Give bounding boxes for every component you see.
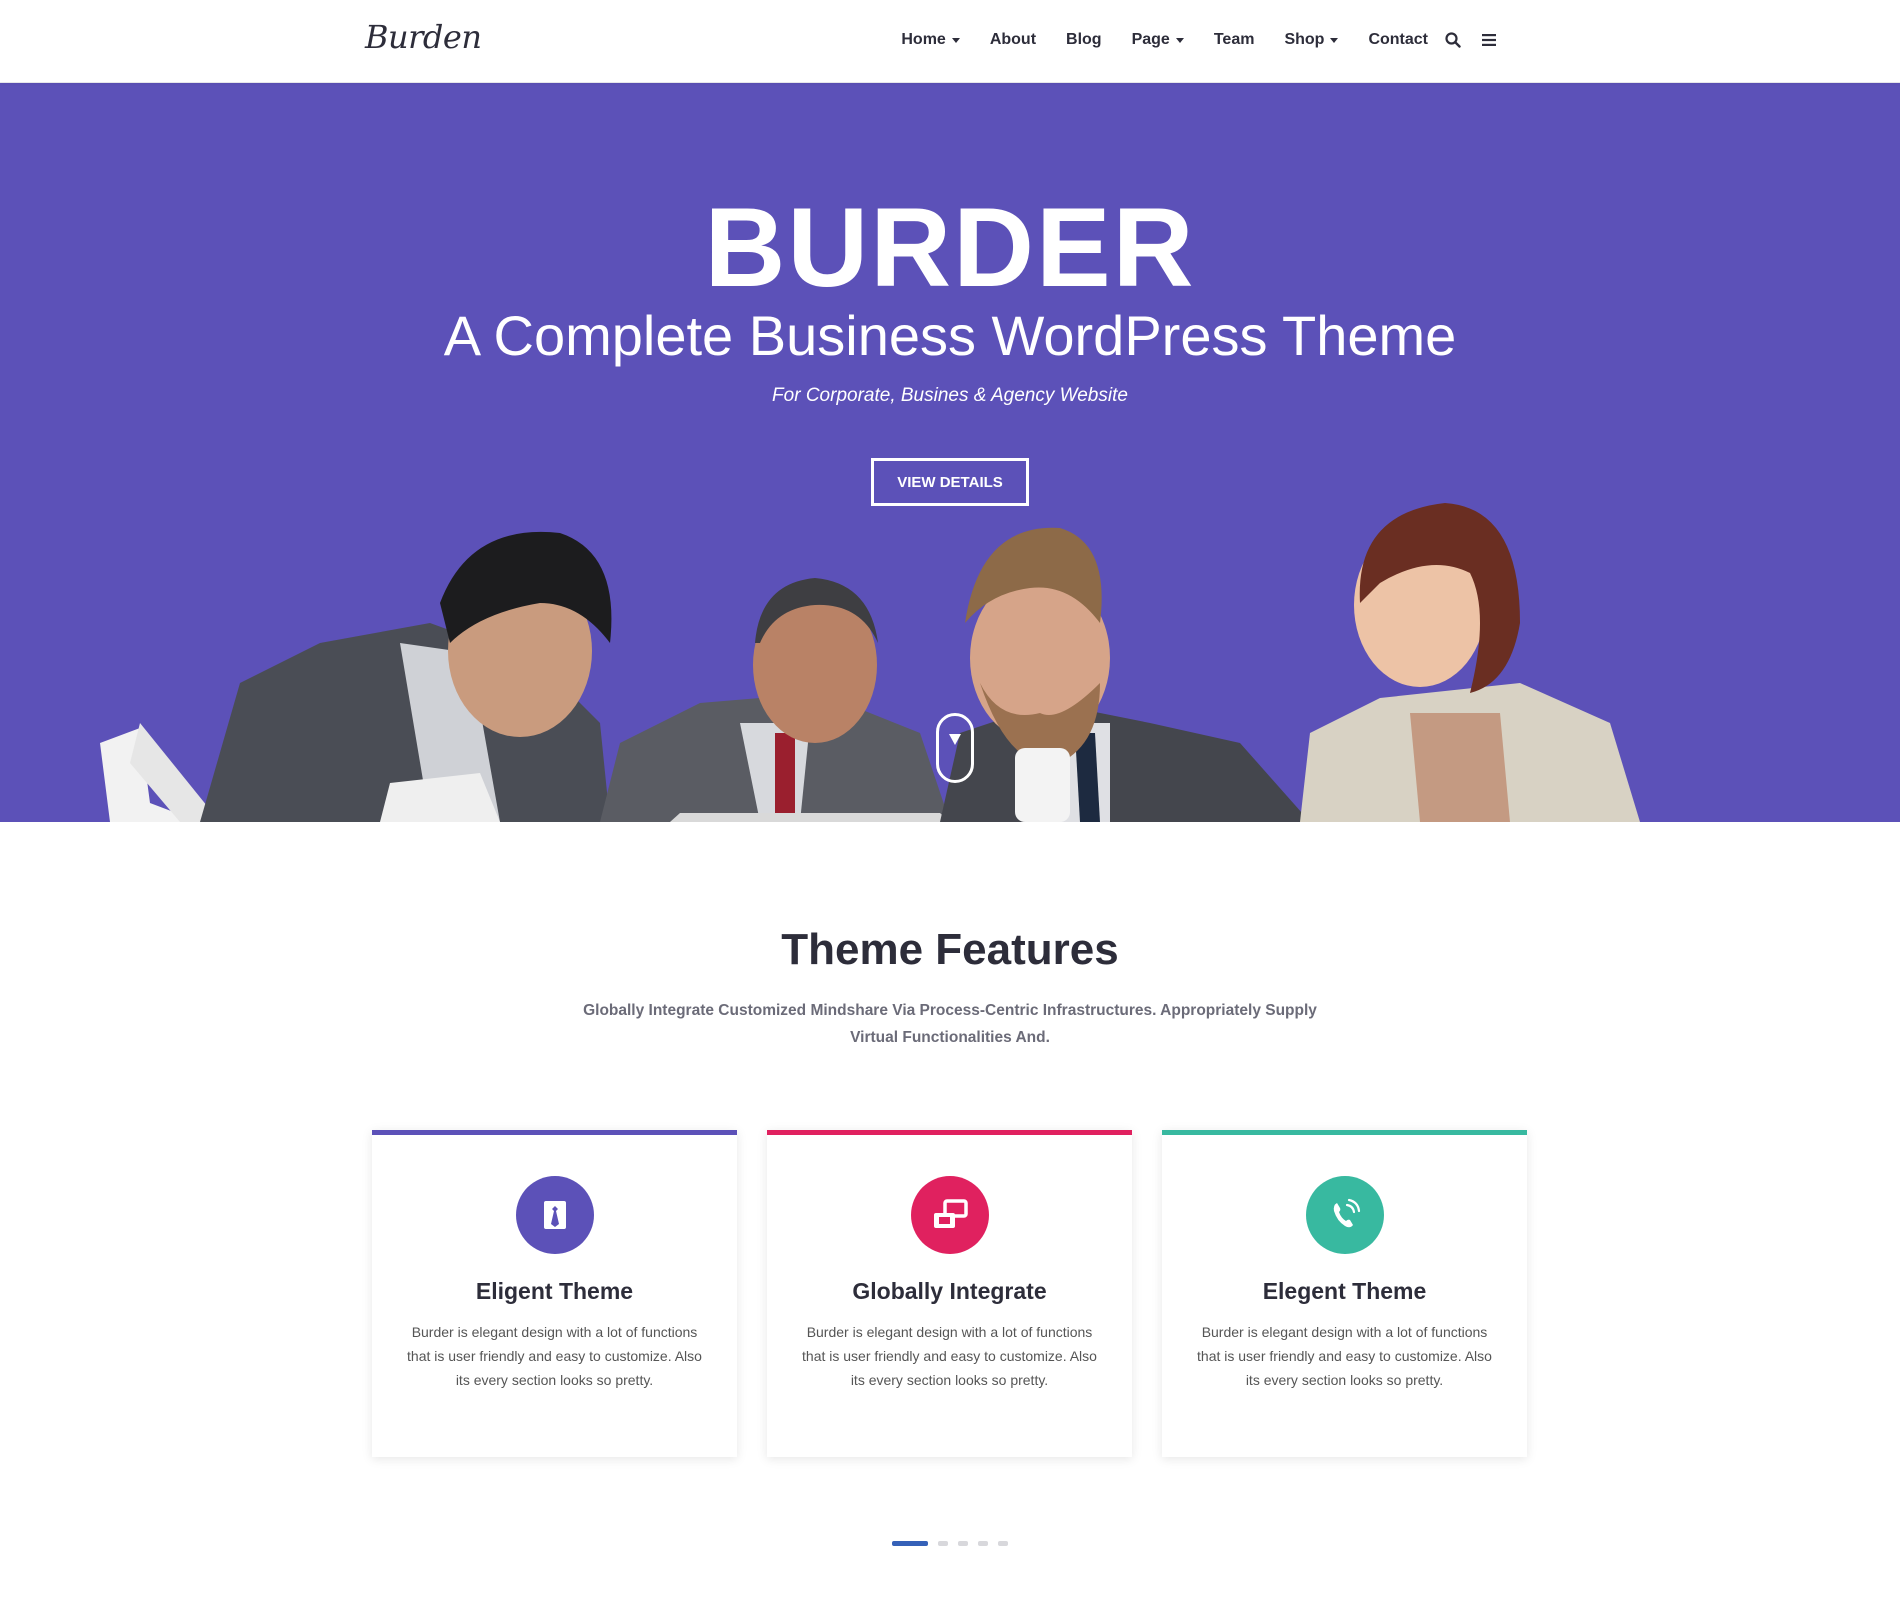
hero-section: BURDER A Complete Business WordPress The… — [0, 83, 1900, 822]
card-text: Burder is elegant design with a lot of f… — [1197, 1324, 1492, 1388]
card-accent-bar — [1162, 1130, 1527, 1135]
menu-icon[interactable] — [1478, 29, 1500, 51]
pagination-dot[interactable] — [958, 1541, 968, 1546]
features-description: Globally Integrate Customized Mindshare … — [583, 1002, 1317, 1046]
tie-icon — [516, 1176, 594, 1254]
hero-tagline: For Corporate, Busines & Agency Website — [772, 385, 1128, 406]
features-title: Theme Features — [781, 925, 1119, 974]
site-logo[interactable]: Burden — [365, 18, 482, 56]
card-accent-bar — [767, 1130, 1132, 1135]
nav-label: Blog — [1066, 31, 1102, 48]
nav-item-shop[interactable]: Shop — [1284, 31, 1339, 49]
nav-item-page[interactable]: Page — [1132, 31, 1184, 49]
pagination-dot[interactable] — [892, 1541, 928, 1546]
scroll-down-icon[interactable] — [936, 713, 974, 783]
windows-icon — [911, 1176, 989, 1254]
pagination-dot[interactable] — [938, 1541, 948, 1546]
nav-item-about[interactable]: About — [990, 31, 1036, 49]
nav-label: Home — [901, 31, 946, 48]
hero-title: BURDER — [704, 185, 1196, 310]
card-title: Elegent Theme — [1262, 1278, 1427, 1304]
nav-item-team[interactable]: Team — [1214, 31, 1255, 49]
hero-subtitle: A Complete Business WordPress Theme — [443, 304, 1457, 367]
search-icon[interactable] — [1442, 29, 1464, 51]
chevron-down-icon — [1330, 37, 1339, 43]
feature-card: Eligent Theme Burder is elegant design w… — [372, 1130, 737, 1457]
phone-icon — [1306, 1176, 1384, 1254]
card-accent-bar — [372, 1130, 737, 1135]
view-details-button[interactable]: VIEW DETAILS — [871, 458, 1029, 506]
card-text: Burder is elegant design with a lot of f… — [802, 1324, 1097, 1388]
card-text: Burder is elegant design with a lot of f… — [407, 1324, 702, 1388]
feature-card: Elegent Theme Burder is elegant design w… — [1162, 1130, 1527, 1457]
nav-item-contact[interactable]: Contact — [1368, 31, 1428, 49]
pagination-dot[interactable] — [978, 1541, 988, 1546]
nav-label: Shop — [1284, 31, 1325, 48]
card-title: Globally Integrate — [852, 1278, 1047, 1304]
nav-label: Page — [1131, 31, 1170, 48]
nav-label: About — [989, 31, 1037, 48]
nav-item-home[interactable]: Home — [901, 31, 960, 49]
nav-item-blog[interactable]: Blog — [1066, 31, 1102, 49]
card-title: Eligent Theme — [475, 1278, 634, 1304]
chevron-down-icon — [1175, 37, 1184, 43]
pagination-dot[interactable] — [998, 1541, 1008, 1546]
chevron-down-icon — [951, 37, 960, 43]
site-header: Burden Home About Blog Page Team Shop Co… — [0, 0, 1900, 83]
nav-label: Team — [1213, 31, 1255, 48]
nav-label: Contact — [1368, 31, 1428, 48]
feature-card: Globally Integrate Burder is elegant des… — [767, 1130, 1132, 1457]
carousel-pagination — [892, 1541, 1018, 1546]
main-nav: Home About Blog Page Team Shop Contact — [871, 0, 1500, 80]
